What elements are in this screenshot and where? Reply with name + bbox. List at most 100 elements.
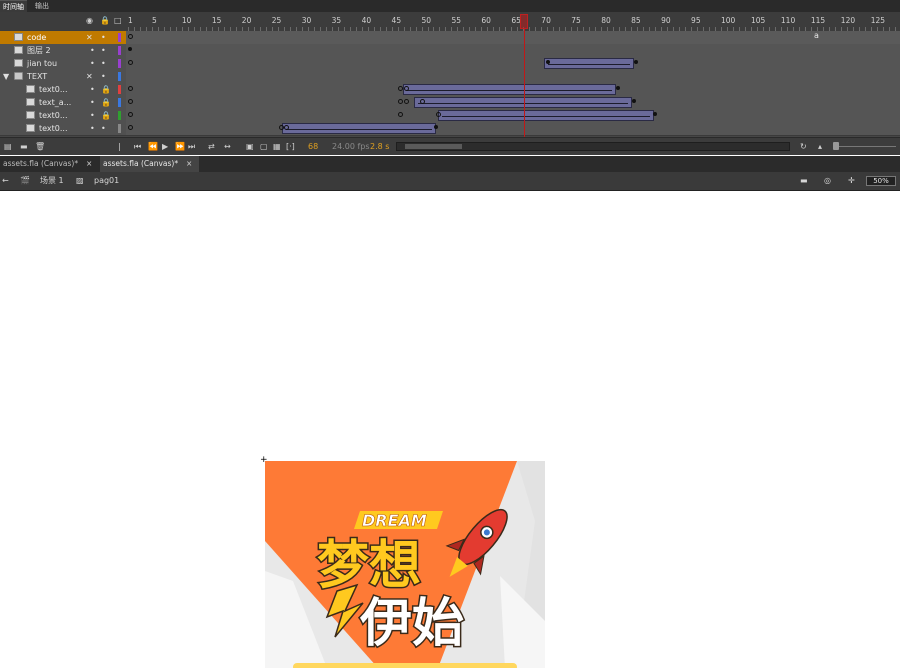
keyframe[interactable] [128,112,133,117]
lock-toggle[interactable]: 🔒 [101,96,111,109]
layer-color-swatch[interactable] [118,46,121,55]
layer-name[interactable]: 图层 2 [27,44,51,57]
layer-name[interactable]: TEXT [27,70,47,83]
lock-toggle[interactable]: • [101,44,106,57]
frame-row[interactable] [126,83,900,97]
scrollbar-thumb[interactable] [405,144,462,149]
last-frame-icon[interactable]: ⏭ [188,138,195,155]
keyframe[interactable] [404,86,409,91]
layer-color-swatch[interactable] [118,33,121,42]
keyframe[interactable] [128,47,132,51]
step-back-icon[interactable]: ⏪ [148,138,158,155]
keyframe[interactable] [128,125,133,130]
step-forward-icon[interactable]: ⏩ [175,138,185,155]
playhead[interactable] [520,14,528,29]
fps-readout[interactable]: 24.00 fps [332,138,370,155]
new-layer-icon[interactable]: ▤ [4,138,12,155]
frame-ruler[interactable]: 1 5 10 15 20 25 30 35 40 45 50 55 60 65 70 75 80 85 90 95 10… [126,12,900,32]
motion-tween-span[interactable] [282,123,436,134]
visibility-toggle[interactable]: • [90,96,95,109]
lock-toggle[interactable]: 🔒 [101,109,111,122]
lock-toggle[interactable]: • [101,57,106,70]
keyframe[interactable] [128,60,133,65]
outline-icon[interactable]: □ [114,16,122,25]
first-frame-icon[interactable]: ⏮ [134,138,141,155]
eye-icon[interactable]: ◉ [86,16,93,25]
frame-row[interactable] [126,57,900,71]
tab-output[interactable]: 输出 [32,0,52,12]
center-frame-icon[interactable]: ↔ [224,138,231,155]
visibility-toggle[interactable]: • [90,57,95,70]
layer-color-swatch[interactable] [118,72,121,81]
lock-toggle[interactable]: • [101,31,106,44]
keyframe[interactable] [398,86,403,91]
edit-symbols-icon[interactable]: ◎ [824,172,831,190]
zoom-out-icon[interactable]: ▴ [818,138,822,155]
layer-color-swatch[interactable] [118,98,121,107]
time-readout[interactable]: 2.8 s [370,138,389,155]
edit-scene-icon[interactable]: ▬ [800,172,808,190]
visibility-toggle[interactable]: ✕ [86,70,93,83]
keyframe[interactable] [653,112,657,116]
frame-row[interactable] [126,44,900,58]
keyframe[interactable] [398,99,403,104]
edit-multiple-icon[interactable]: ▦ [273,138,281,155]
back-arrow-icon[interactable]: ← [2,172,9,190]
play-icon[interactable]: ▶ [162,138,168,155]
layer-row[interactable]: ▼ TEXT ✕ • [0,70,126,84]
frame-row[interactable]: a [126,31,900,45]
layer-row[interactable]: jian tou • • [0,57,126,71]
visibility-toggle[interactable]: ✕ [86,31,93,44]
frame-row[interactable] [126,70,900,84]
motion-tween-span[interactable] [403,84,616,95]
motion-tween-span[interactable] [438,110,654,121]
layer-row[interactable]: text0... • 🔒 [0,109,126,123]
keyframe[interactable] [420,99,425,104]
keyframe[interactable] [398,112,403,117]
stage[interactable]: + DREAM 梦想 伊始 [0,191,900,668]
lock-icon[interactable]: 🔒 [100,16,110,25]
layer-name[interactable]: text0... [39,83,68,96]
doc-tab-1[interactable]: assets.fla (Canvas)* × [0,156,99,172]
layer-row[interactable]: text_a... • 🔒 [0,96,126,110]
layer-color-swatch[interactable] [118,59,121,68]
visibility-toggle[interactable]: • [90,83,95,96]
keyframe[interactable] [128,86,133,91]
frame-row[interactable] [126,122,900,136]
keyframe[interactable] [436,112,441,117]
expand-arrow-icon[interactable]: ▼ [3,70,9,83]
motion-tween-span[interactable] [544,58,634,69]
frame-row[interactable] [126,109,900,123]
visibility-toggle[interactable]: • [90,44,95,57]
layer-color-swatch[interactable] [118,111,121,120]
onion-markers-icon[interactable]: [·] [286,138,295,155]
frame-zoom-slider[interactable] [836,146,896,147]
keyframe[interactable] [128,34,133,39]
scene-label[interactable]: 场景 1 [40,172,64,190]
layer-color-swatch[interactable] [118,124,121,133]
keyframe[interactable] [284,125,289,130]
timeline-scrollbar[interactable] [396,142,790,151]
onion-skin-icon[interactable]: ▣ [246,138,254,155]
lock-toggle[interactable]: • [101,122,106,135]
zoom-field[interactable]: 50% [866,176,896,186]
zoom-slider-knob[interactable] [833,142,839,150]
loop-icon[interactable]: ⇄ [208,138,215,155]
layer-name[interactable]: text_a... [39,96,71,109]
layer-name[interactable]: text0... [39,109,68,122]
keyframe[interactable] [434,125,438,129]
current-frame[interactable]: 68 [308,138,318,155]
layer-name[interactable]: text0... [39,122,68,135]
keyframe[interactable] [404,99,409,104]
frame-row[interactable] [126,96,900,110]
motion-tween-span[interactable] [414,97,632,108]
close-icon[interactable]: × [86,156,92,172]
keyframe[interactable] [546,60,550,64]
keyframe[interactable] [128,99,133,104]
delete-layer-icon[interactable]: 🗑 [35,138,45,155]
new-folder-icon[interactable]: ▬ [20,138,28,155]
layer-row[interactable]: code ✕ • [0,31,126,45]
canvas-artwork[interactable]: DREAM 梦想 伊始 [265,461,545,668]
visibility-toggle[interactable]: • [90,109,95,122]
visibility-toggle[interactable]: • [90,122,95,135]
